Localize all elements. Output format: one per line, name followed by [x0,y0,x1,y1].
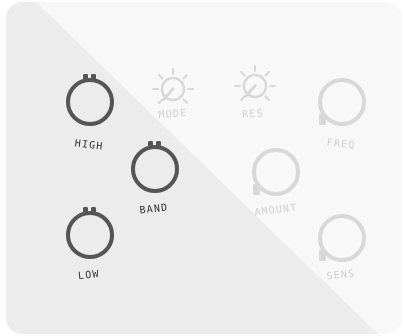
amount-knob[interactable] [250,146,302,198]
res-selector[interactable] [232,63,278,109]
mode-selector[interactable] [150,66,196,112]
sens-knob[interactable] [316,212,368,264]
freq-knob[interactable] [316,76,368,128]
low-knob[interactable] [64,205,116,261]
high-knob[interactable] [64,72,116,128]
band-knob[interactable] [129,139,181,195]
